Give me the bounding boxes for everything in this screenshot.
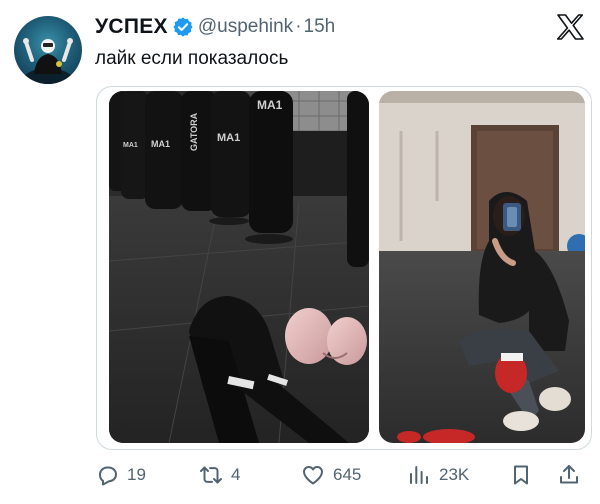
- separator-dot: ·: [295, 16, 302, 37]
- svg-text:MA1: MA1: [123, 142, 138, 149]
- repost-icon: [200, 466, 222, 484]
- author-avatar[interactable]: [14, 16, 82, 84]
- like-count: 645: [333, 465, 362, 484]
- views-button[interactable]: 23K: [407, 458, 469, 492]
- svg-text:MA1: MA1: [257, 98, 283, 112]
- reply-count: 19: [127, 465, 146, 484]
- like-button[interactable]: 645: [301, 458, 361, 492]
- tweet-text: лайк если показалось: [95, 48, 289, 69]
- mirror-selfie-photo[interactable]: [379, 91, 585, 443]
- share-button[interactable]: [557, 458, 589, 492]
- tweet-timestamp[interactable]: 15h: [304, 16, 336, 38]
- views-count: 23K: [439, 465, 470, 484]
- gym-boxing-gloves-photo[interactable]: MA1 MA1 MA1 MA1 GATORA: [109, 91, 369, 443]
- svg-text:GATORA: GATORA: [189, 112, 199, 151]
- repost-button[interactable]: 4: [199, 458, 240, 492]
- verified-badge-icon: [173, 17, 193, 37]
- share-icon: [560, 465, 578, 484]
- bookmark-button[interactable]: [509, 458, 541, 492]
- heart-icon: [303, 466, 323, 485]
- media-container[interactable]: MA1 MA1 MA1 MA1 GATORA: [96, 86, 592, 450]
- svg-text:MA1: MA1: [217, 132, 240, 144]
- reply-button[interactable]: 19: [95, 458, 146, 492]
- reply-icon: [99, 466, 117, 486]
- author-handle[interactable]: @uspehink: [198, 16, 293, 38]
- svg-text:MA1: MA1: [151, 139, 170, 149]
- views-bar-chart-icon: [410, 466, 428, 484]
- repost-count: 4: [231, 465, 241, 484]
- tweet-actions: 19 4 645 23K: [95, 458, 590, 492]
- tweet-header: УСПЕХ @uspehink · 15h: [95, 14, 335, 40]
- x-logo-icon[interactable]: [556, 14, 584, 40]
- bookmark-icon: [514, 465, 528, 485]
- author-name[interactable]: УСПЕХ: [95, 15, 168, 39]
